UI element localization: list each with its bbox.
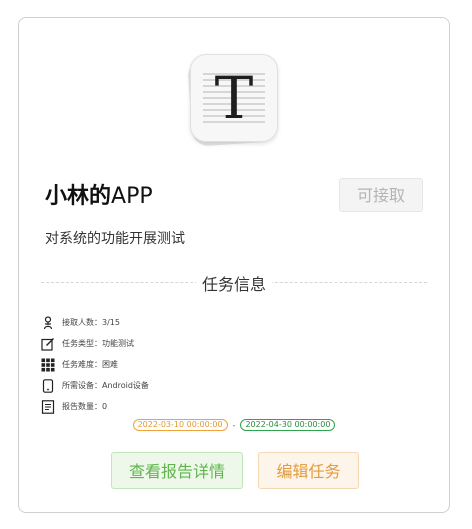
end-date-tag: 2022-04-30 00:00:00	[240, 419, 336, 431]
accept-task-button[interactable]: 可接取	[339, 178, 423, 212]
grid-icon	[41, 358, 55, 372]
app-title-owner: 小林的	[45, 184, 112, 209]
section-title: 任务信息	[19, 271, 449, 295]
info-value: 3/15	[102, 318, 120, 327]
info-row-device: 所需设备： Android设备	[41, 375, 149, 396]
info-value: 0	[102, 402, 108, 411]
info-value: 功能测试	[102, 339, 134, 348]
start-date-tag: 2022-03-10 00:00:00	[132, 419, 228, 431]
date-separator: -	[232, 420, 236, 430]
edit-task-button[interactable]: 编辑任务	[258, 452, 359, 489]
document-icon	[41, 399, 55, 414]
app-description: 对系统的功能开展测试	[45, 231, 185, 247]
app-icon-tile: T	[190, 54, 278, 142]
app-title: 小林的APP	[45, 178, 153, 210]
person-icon	[41, 315, 55, 330]
info-row-accepted: 接取人数： 3/15	[41, 312, 149, 333]
task-info-list: 接取人数： 3/15 任务类型： 功能测试 任务难度： 困难 所需设备： Android…	[41, 312, 149, 417]
info-label: 接取人数：	[62, 318, 102, 327]
info-label: 所需设备：	[62, 381, 102, 390]
app-icon-letter: T	[214, 64, 254, 132]
app-icon: T	[186, 52, 282, 148]
info-value: Android设备	[102, 381, 149, 390]
task-card: T 小林的APP 可接取 对系统的功能开展测试 任务信息 接取人数： 3/15 任…	[18, 17, 450, 513]
device-icon	[41, 378, 55, 393]
task-date-range: 2022-03-10 00:00:00-2022-04-30 00:00:00	[19, 419, 449, 431]
edit-icon	[41, 337, 55, 351]
info-row-type: 任务类型： 功能测试	[41, 333, 149, 354]
info-label: 任务类型：	[62, 339, 102, 348]
info-label: 报告数量：	[62, 402, 102, 411]
section-title-text: 任务信息	[195, 275, 272, 294]
view-report-details-button[interactable]: 查看报告详情	[111, 452, 243, 489]
app-title-name: APP	[111, 184, 153, 209]
info-row-reports: 报告数量： 0	[41, 396, 149, 417]
info-row-difficulty: 任务难度： 困难	[41, 354, 149, 375]
info-label: 任务难度：	[62, 360, 102, 369]
info-value: 困难	[102, 360, 118, 369]
